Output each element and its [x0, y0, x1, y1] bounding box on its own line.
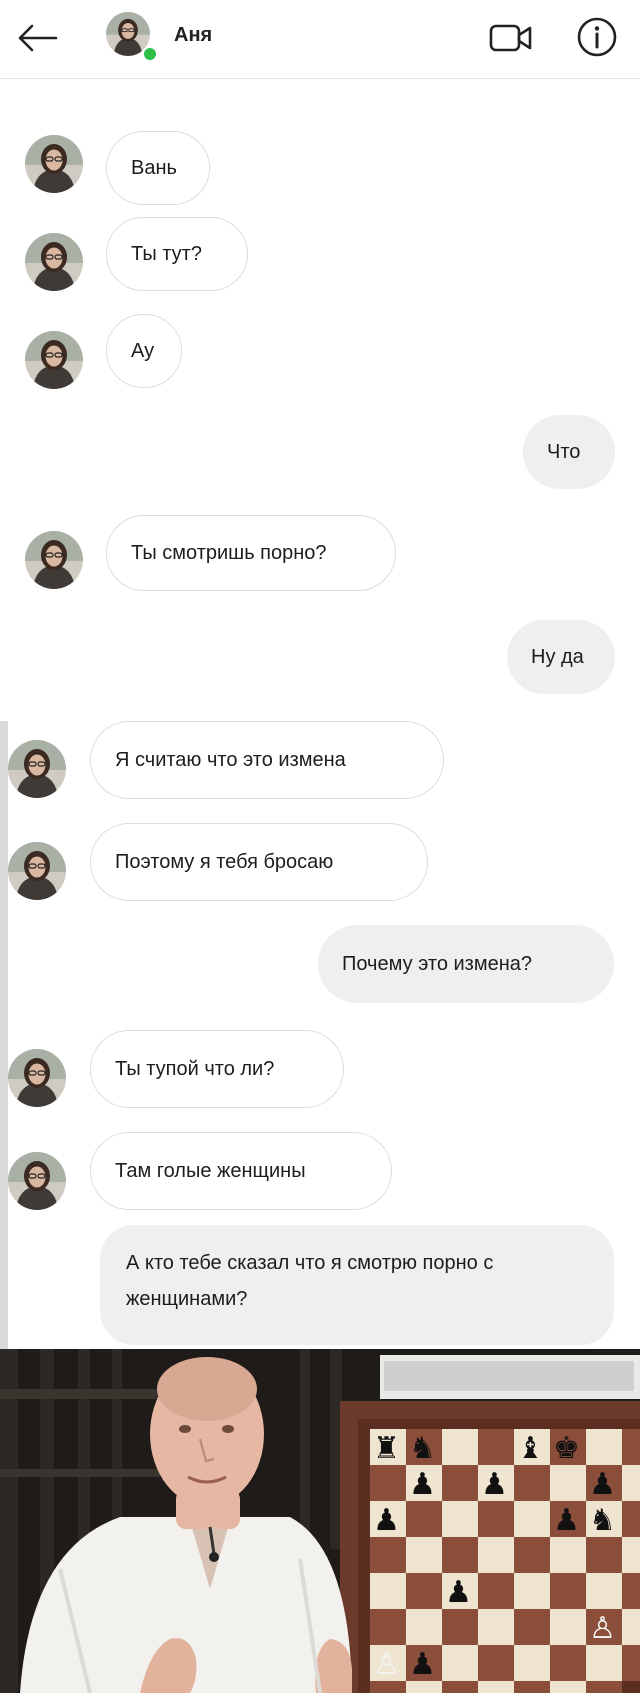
outgoing-message[interactable]: Почему это измена? — [318, 925, 614, 1003]
video-camera-icon — [489, 24, 532, 52]
outgoing-message[interactable]: А кто тебе сказал что я смотрю порно с ж… — [100, 1225, 614, 1345]
svg-text:♙: ♙ — [373, 1647, 400, 1682]
chessboard: ♜ ♞ ♝ ♚ ♟ ♟ ♟ ♟ ♟ ♞ ♟ ♟ ♙ ♙ — [340, 1401, 640, 1693]
screenshot-seam — [0, 721, 8, 1349]
chat-header: Аня — [0, 0, 640, 79]
svg-text:♜: ♜ — [373, 1431, 400, 1466]
svg-text:♞: ♞ — [589, 1503, 616, 1538]
svg-text:♝: ♝ — [517, 1431, 544, 1466]
avatar[interactable] — [8, 1049, 66, 1107]
avatar[interactable] — [8, 842, 66, 900]
back-arrow-icon — [18, 24, 58, 52]
avatar[interactable] — [25, 135, 83, 193]
outgoing-message[interactable]: Что — [523, 415, 615, 489]
svg-text:♟: ♟ — [589, 1467, 616, 1502]
incoming-message[interactable]: Ты смотришь порно? — [106, 515, 396, 591]
svg-text:♟: ♟ — [553, 1503, 580, 1538]
avatar[interactable] — [8, 740, 66, 798]
chess-photo: ♜ ♞ ♝ ♚ ♟ ♟ ♟ ♟ ♟ ♞ ♟ ♟ ♙ ♙ — [0, 1349, 640, 1693]
svg-text:♟: ♟ — [373, 1503, 400, 1538]
avatar[interactable] — [8, 1152, 66, 1210]
info-icon — [577, 17, 617, 57]
svg-text:♟: ♟ — [409, 1467, 436, 1502]
meme-photo: ♜ ♞ ♝ ♚ ♟ ♟ ♟ ♟ ♟ ♞ ♟ ♟ ♙ ♙ — [0, 1349, 640, 1693]
incoming-message[interactable]: Поэтому я тебя бросаю — [90, 823, 428, 901]
incoming-message[interactable]: Там голые женщины — [90, 1132, 392, 1210]
info-button[interactable] — [576, 16, 618, 58]
svg-text:♞: ♞ — [409, 1431, 436, 1466]
svg-text:♟: ♟ — [481, 1467, 508, 1502]
avatar[interactable] — [25, 331, 83, 389]
avatar[interactable] — [25, 233, 83, 291]
svg-text:♟: ♟ — [409, 1647, 436, 1682]
online-status-dot — [142, 46, 158, 62]
video-call-button[interactable] — [488, 20, 534, 56]
incoming-message[interactable]: Ты тут? — [106, 217, 248, 291]
svg-text:♟: ♟ — [445, 1575, 472, 1610]
avatar[interactable] — [25, 531, 83, 589]
incoming-message[interactable]: Ты тупой что ли? — [90, 1030, 344, 1108]
outgoing-message[interactable]: Ну да — [507, 620, 615, 694]
svg-text:♙: ♙ — [589, 1611, 616, 1646]
message-thread[interactable]: Вань Ты тут? Ау Что Ты смотришь порно? Н… — [0, 79, 640, 1349]
incoming-message[interactable]: Я считаю что это измена — [90, 721, 444, 799]
svg-text:♚: ♚ — [553, 1431, 580, 1466]
back-button[interactable] — [14, 18, 60, 58]
incoming-message[interactable]: Ау — [106, 314, 182, 388]
contact-name[interactable]: Аня — [174, 24, 212, 47]
incoming-message[interactable]: Вань — [106, 131, 210, 205]
